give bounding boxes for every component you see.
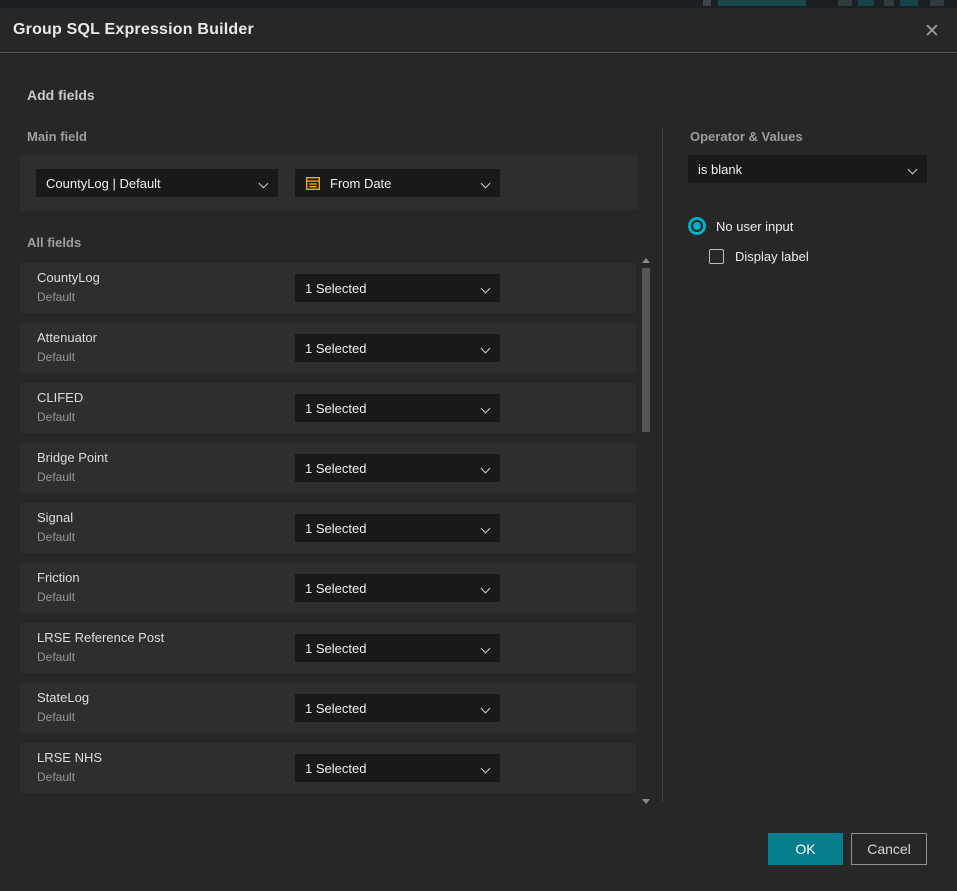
chevron-down-icon: [481, 344, 491, 354]
field-subtitle: Default: [37, 530, 75, 544]
operator-dropdown[interactable]: is blank: [688, 155, 927, 183]
field-selected-value: 1 Selected: [305, 521, 366, 536]
field-row: Attenuator Default 1 Selected: [20, 323, 636, 373]
background-fragment: [930, 0, 944, 6]
background-fragment: [718, 0, 806, 6]
field-name: Bridge Point: [37, 450, 108, 465]
calendar-icon: [305, 175, 321, 191]
field-selected-dropdown[interactable]: 1 Selected: [295, 634, 500, 662]
main-field-panel: CountyLog | Default From Date: [20, 155, 638, 210]
field-name: CLIFED: [37, 390, 83, 405]
field-selected-dropdown[interactable]: 1 Selected: [295, 274, 500, 302]
ok-button[interactable]: OK: [768, 833, 843, 865]
field-row: CountyLog Default 1 Selected: [20, 263, 636, 313]
group-sql-expression-builder-dialog: Group SQL Expression Builder ✕ Add field…: [0, 8, 957, 891]
no-user-input-radio[interactable]: No user input: [688, 217, 793, 235]
field-selected-value: 1 Selected: [305, 761, 366, 776]
field-name: CountyLog: [37, 270, 100, 285]
field-selected-dropdown[interactable]: 1 Selected: [295, 694, 500, 722]
background-fragment: [900, 0, 918, 6]
fields-scrollbar[interactable]: [640, 255, 652, 807]
radio-selected-icon: [688, 217, 706, 235]
all-fields-label: All fields: [27, 235, 81, 250]
chevron-down-icon: [481, 584, 491, 594]
scrollbar-thumb[interactable]: [642, 268, 650, 432]
chevron-down-icon: [481, 524, 491, 534]
field-selected-value: 1 Selected: [305, 401, 366, 416]
checkbox-unchecked-icon: [709, 249, 724, 264]
field-subtitle: Default: [37, 350, 75, 364]
panel-divider: [662, 128, 663, 802]
field-row: LRSE Reference Post Default 1 Selected: [20, 623, 636, 673]
field-row: Friction Default 1 Selected: [20, 563, 636, 613]
chevron-down-icon: [259, 179, 269, 189]
dialog-title: Group SQL Expression Builder: [13, 21, 254, 39]
field-row: Bridge Point Default 1 Selected: [20, 443, 636, 493]
main-field-select-dropdown[interactable]: From Date: [295, 169, 500, 197]
main-field-select-value: From Date: [330, 176, 391, 191]
field-name: Signal: [37, 510, 73, 525]
layer-select-value: CountyLog | Default: [46, 176, 161, 191]
cancel-button[interactable]: Cancel: [851, 833, 927, 865]
field-name: Attenuator: [37, 330, 97, 345]
field-name: LRSE NHS: [37, 750, 102, 765]
field-selected-dropdown[interactable]: 1 Selected: [295, 754, 500, 782]
chevron-down-icon: [481, 404, 491, 414]
scroll-down-icon[interactable]: [642, 799, 650, 804]
layer-select-dropdown[interactable]: CountyLog | Default: [36, 169, 278, 197]
operator-values-label: Operator & Values: [690, 129, 803, 144]
field-subtitle: Default: [37, 770, 75, 784]
chevron-down-icon: [481, 764, 491, 774]
field-subtitle: Default: [37, 650, 75, 664]
field-selected-value: 1 Selected: [305, 701, 366, 716]
field-row: CLIFED Default 1 Selected: [20, 383, 636, 433]
background-app-strip: [0, 0, 957, 8]
field-selected-dropdown[interactable]: 1 Selected: [295, 454, 500, 482]
field-selected-value: 1 Selected: [305, 341, 366, 356]
main-field-label: Main field: [27, 129, 87, 144]
field-selected-dropdown[interactable]: 1 Selected: [295, 514, 500, 542]
field-row: LRSE NHS Default 1 Selected: [20, 743, 636, 793]
field-selected-value: 1 Selected: [305, 281, 366, 296]
field-subtitle: Default: [37, 470, 75, 484]
chevron-down-icon: [908, 165, 918, 175]
close-icon[interactable]: ✕: [920, 19, 944, 43]
field-name: StateLog: [37, 690, 89, 705]
field-name: LRSE Reference Post: [37, 630, 164, 645]
background-fragment: [838, 0, 852, 6]
field-selected-value: 1 Selected: [305, 581, 366, 596]
scroll-up-icon[interactable]: [642, 258, 650, 263]
field-row: StateLog Default 1 Selected: [20, 683, 636, 733]
chevron-down-icon: [481, 464, 491, 474]
chevron-down-icon: [481, 644, 491, 654]
field-selected-dropdown[interactable]: 1 Selected: [295, 574, 500, 602]
display-label-text: Display label: [735, 249, 809, 264]
field-subtitle: Default: [37, 290, 75, 304]
field-selected-value: 1 Selected: [305, 461, 366, 476]
chevron-down-icon: [481, 284, 491, 294]
chevron-down-icon: [481, 179, 491, 189]
background-fragment: [703, 0, 711, 6]
background-fragment: [884, 0, 894, 6]
chevron-down-icon: [481, 704, 491, 714]
field-selected-dropdown[interactable]: 1 Selected: [295, 334, 500, 362]
no-user-input-label: No user input: [716, 219, 793, 234]
field-subtitle: Default: [37, 590, 75, 604]
field-name: Friction: [37, 570, 80, 585]
field-subtitle: Default: [37, 710, 75, 724]
background-fragment: [858, 0, 874, 6]
field-selected-value: 1 Selected: [305, 641, 366, 656]
display-label-checkbox[interactable]: Display label: [709, 249, 809, 264]
operator-value: is blank: [698, 162, 742, 177]
field-selected-dropdown[interactable]: 1 Selected: [295, 394, 500, 422]
dialog-title-bar: Group SQL Expression Builder ✕: [0, 8, 957, 53]
add-fields-heading: Add fields: [27, 87, 95, 103]
field-row: Signal Default 1 Selected: [20, 503, 636, 553]
field-subtitle: Default: [37, 410, 75, 424]
